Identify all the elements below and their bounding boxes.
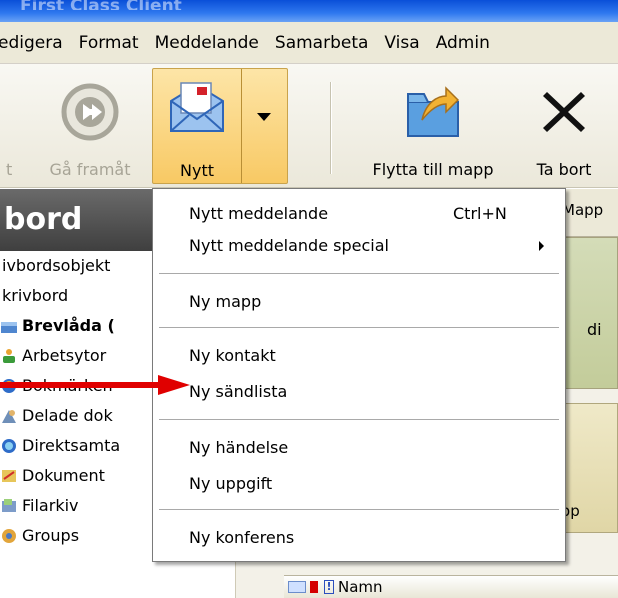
chat-icon [2,439,16,453]
menu-visa[interactable]: Visa [376,33,427,53]
mailbox-icon [1,322,17,333]
menu-item-label: Nytt meddelande special [189,236,389,255]
menu-format[interactable]: Format [71,33,147,53]
panel-text: di [587,320,602,339]
sidebar-item-label: Groups [22,526,80,545]
annotation-arrow-icon [0,375,190,395]
sidebar-item-label: Filarkiv [22,496,79,515]
back-button[interactable]: t [0,72,28,182]
menu-meddelande[interactable]: Meddelande [147,33,267,53]
menu-separator [159,273,559,275]
window-title: First Class Client [20,0,182,10]
move-to-folder-label: Flytta till mapp [372,160,494,179]
menu-item-label: Ny kontakt [189,346,276,365]
new-message-icon [170,82,224,132]
document-icon [2,470,16,482]
forward-label: Gå framåt [49,160,131,179]
menu-item-label: Ny uppgift [189,474,273,493]
sidebar-item-label: Direktsamta [22,436,121,455]
menu-item-new-conference[interactable]: Ny konferens [153,523,565,553]
sidebar-item-label: Delade dok [22,406,113,425]
menu-item-label: Nytt meddelande [189,204,329,223]
priority-column-icon[interactable]: ! [324,580,334,594]
column-name-header[interactable]: Namn [334,578,383,596]
new-label: Nytt [180,161,214,180]
menu-item-new-contact[interactable]: Ny kontakt [153,341,565,371]
menu-samarbeta[interactable]: Samarbeta [267,33,377,53]
envelope-column-icon[interactable] [288,581,306,593]
shared-docs-icon [2,410,16,423]
groups-icon [2,529,16,543]
toolbar: t Gå framåt Nytt Flytta till mapp Ta bor… [0,64,618,188]
chevron-down-icon [257,113,271,121]
menu-separator [159,419,559,421]
title-bar: First Class Client [0,0,618,22]
tab-folder[interactable]: Mapp [562,201,603,219]
menu-item-new-message-special[interactable]: Nytt meddelande special [153,231,565,261]
file-archive-icon [2,499,16,512]
sidebar-item-label: Dokument [22,466,105,485]
forward-button[interactable]: Gå framåt [40,72,140,182]
menu-item-new-message[interactable]: Nytt meddelande Ctrl+N [153,199,565,229]
sidebar-item-label: krivbord [2,286,69,305]
delete-label: Ta bort [536,160,592,179]
new-dropdown-toggle[interactable] [241,69,287,183]
new-button[interactable]: Nytt [152,68,288,184]
menu-separator [159,509,559,511]
toolbar-separator [330,82,332,174]
new-dropdown-menu: Nytt meddelande Ctrl+N Nytt meddelande s… [152,188,566,562]
sidebar-item-label: Brevlåda ( [22,316,115,335]
menu-admin[interactable]: Admin [428,33,498,53]
sidebar-item-label: ivbordsobjekt [2,256,111,275]
menu-item-new-folder[interactable]: Ny mapp [153,287,565,317]
back-label: t [6,160,13,179]
delete-x-icon [543,92,585,132]
workspace-icon [3,349,15,363]
menu-bar: edigera Format Meddelande Samarbeta Visa… [0,22,618,64]
move-to-folder-button[interactable]: Flytta till mapp [344,72,522,182]
flag-column-icon[interactable] [310,581,318,593]
delete-button[interactable]: Ta bort [524,72,604,182]
menu-separator [159,327,559,329]
menu-item-label: Ny händelse [189,438,289,457]
move-to-folder-icon [407,86,460,137]
submenu-arrow-icon [539,241,544,251]
menu-item-shortcut: Ctrl+N [453,204,507,223]
menu-redigera[interactable]: edigera [0,33,71,53]
menu-item-label: Ny mapp [189,292,262,311]
list-column-header: ! Namn [284,575,618,598]
menu-item-label: Ny konferens [189,528,295,547]
menu-item-new-task[interactable]: Ny uppgift [153,469,565,499]
menu-item-new-distribution-list[interactable]: Ny sändlista [153,377,565,407]
menu-item-new-event[interactable]: Ny händelse [153,433,565,463]
menu-item-label: Ny sändlista [189,382,288,401]
forward-arrow-icon [61,83,119,141]
sidebar-item-label: Arbetsytor [22,346,107,365]
